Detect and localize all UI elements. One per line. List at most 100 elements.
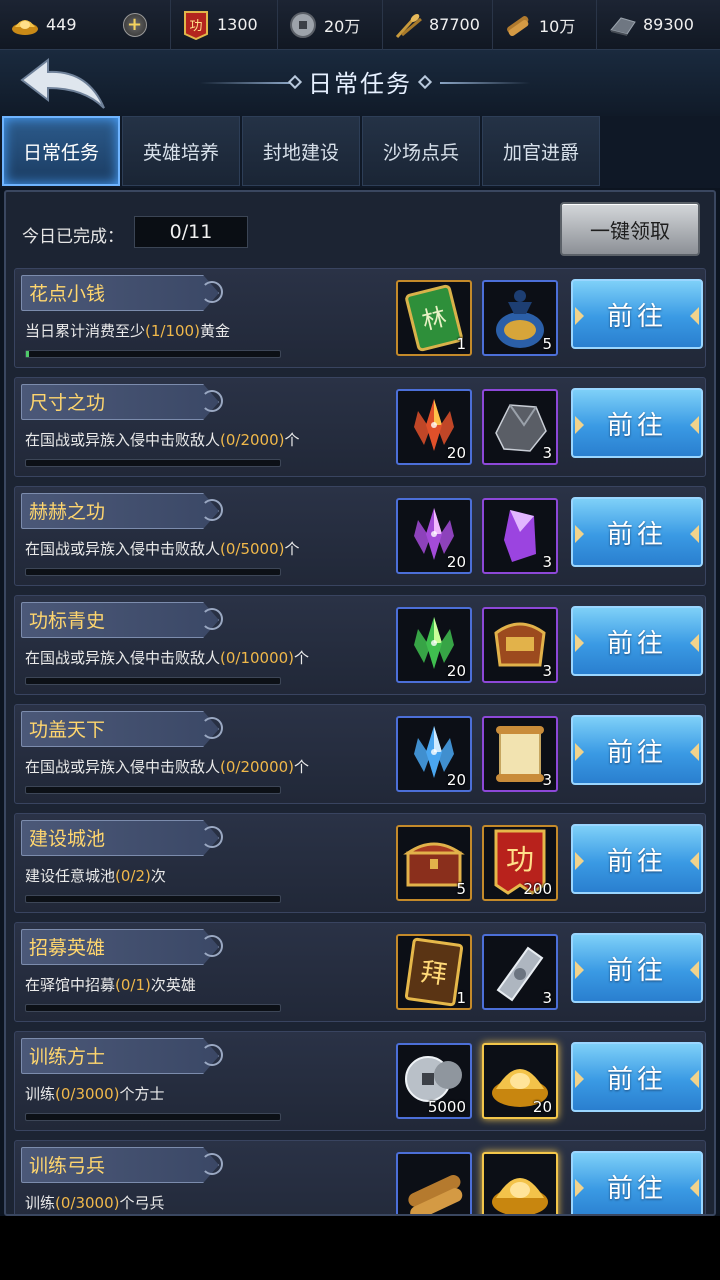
task-description: 在国战或异族入侵中击败敌人(0/5000)个 xyxy=(25,538,300,559)
go-button[interactable]: 前往 xyxy=(571,715,703,785)
task-progress: (0/2000) xyxy=(220,431,285,449)
reward-item[interactable]: 3 xyxy=(482,716,558,792)
resource-bar: 449 + 功 1300 20万 87700 10万 89300 xyxy=(0,0,720,50)
reward-item[interactable]: 拜1 xyxy=(396,934,472,1010)
reward-item[interactable]: 5 xyxy=(396,825,472,901)
resource-coin: 20万 xyxy=(278,0,383,50)
claim-all-button[interactable]: 一键领取 xyxy=(560,202,700,256)
reward-quantity: 20 xyxy=(446,771,466,789)
reward-item[interactable]: 功 200 xyxy=(482,825,558,901)
go-button[interactable]: 前往 xyxy=(571,388,703,458)
go-button[interactable]: 前往 xyxy=(571,824,703,894)
ornament-swirl-icon xyxy=(201,608,223,630)
task-progress: (1/100) xyxy=(145,322,200,340)
go-button[interactable]: 前往 xyxy=(571,279,703,349)
task-description: 在国战或异族入侵中击败敌人(0/10000)个 xyxy=(25,647,309,668)
go-button[interactable]: 前往 xyxy=(571,606,703,676)
tab-troop-review[interactable]: 沙场点兵 xyxy=(362,116,480,186)
task-row: 赫赫之功 在国战或异族入侵中击败敌人(0/5000)个 20 3 前往 xyxy=(14,486,706,586)
coin-icon xyxy=(288,11,318,39)
task-desc-post: 个 xyxy=(284,540,300,558)
task-name: 赫赫之功 xyxy=(29,501,106,523)
reward-quantity: 5 xyxy=(542,335,552,353)
reward-quantity: 20 xyxy=(532,1098,552,1116)
task-row: 尺寸之功 在国战或异族入侵中击败敌人(0/2000)个 20 3 前往 xyxy=(14,377,706,477)
go-button[interactable]: 前往 xyxy=(571,933,703,1003)
task-name: 功盖天下 xyxy=(29,719,106,741)
task-progress: (0/1) xyxy=(115,976,151,994)
reward-item[interactable]: 5000 xyxy=(396,1043,472,1119)
task-description: 在国战或异族入侵中击败敌人(0/20000)个 xyxy=(25,756,309,777)
reward-item[interactable]: 3 xyxy=(482,607,558,683)
reward-item[interactable]: 20 xyxy=(482,1043,558,1119)
go-button[interactable]: 前往 xyxy=(571,497,703,567)
merit-icon: 功 xyxy=(181,10,211,40)
reward-item[interactable]: 20 xyxy=(396,389,472,465)
gold-ingot-icon xyxy=(10,11,40,39)
task-progress: (0/5000) xyxy=(220,540,285,558)
tab-fief-building[interactable]: 封地建设 xyxy=(242,116,360,186)
reward-item[interactable]: 5 xyxy=(482,280,558,356)
reward-quantity: 3 xyxy=(542,553,552,571)
task-progress-fill xyxy=(26,351,29,357)
task-desc-pre: 在国战或异族入侵中击败敌人 xyxy=(25,649,221,667)
reward-quantity: 20 xyxy=(446,662,466,680)
task-progress-bar xyxy=(25,568,281,576)
reward-quantity: 5000 xyxy=(427,1098,466,1116)
task-name: 功标青史 xyxy=(29,610,106,632)
tab-promotion[interactable]: 加官进爵 xyxy=(482,116,600,186)
task-desc-pre: 当日累计消费至少 xyxy=(25,322,146,340)
task-name: 花点小钱 xyxy=(29,283,106,305)
task-desc-post: 次 xyxy=(150,867,166,885)
reward-quantity: 3 xyxy=(542,989,552,1007)
go-button[interactable]: 前往 xyxy=(571,1042,703,1112)
ornament-swirl-icon xyxy=(201,281,223,303)
task-desc-post: 个 xyxy=(294,758,310,776)
ornament-swirl-icon xyxy=(201,935,223,957)
reward-item[interactable] xyxy=(482,1152,558,1214)
tab-bar: 日常任务 英雄培养 封地建设 沙场点兵 加官进爵 xyxy=(0,116,720,188)
reward-quantity: 1 xyxy=(456,335,466,353)
completed-value: 0/11 xyxy=(134,216,248,248)
reward-quantity: 5 xyxy=(456,880,466,898)
reward-item[interactable]: 3 xyxy=(482,389,558,465)
task-progress: (0/2) xyxy=(115,867,151,885)
reward-quantity: 3 xyxy=(542,662,552,680)
task-description: 当日累计消费至少(1/100)黄金 xyxy=(25,320,230,341)
add-gold-button[interactable]: + xyxy=(122,12,147,37)
reward-item[interactable]: 林1 xyxy=(396,280,472,356)
go-button[interactable]: 前往 xyxy=(571,1151,703,1214)
task-progress: (0/3000) xyxy=(55,1194,120,1212)
screen-bottom xyxy=(0,1216,720,1280)
reward-item[interactable]: 3 xyxy=(482,498,558,574)
task-desc-post: 个 xyxy=(294,649,310,667)
iron-icon xyxy=(607,11,637,39)
task-desc-pre: 训练 xyxy=(25,1194,56,1212)
task-description: 在驿馆中招募(0/1)次英雄 xyxy=(25,974,196,995)
reward-item[interactable]: 20 xyxy=(396,498,472,574)
reward-quantity: 3 xyxy=(542,771,552,789)
task-row: 训练方士 训练(0/3000)个方士 5000 20 前往 xyxy=(14,1031,706,1131)
ornament-swirl-icon xyxy=(201,717,223,739)
ornament-swirl-icon xyxy=(201,826,223,848)
task-desc-post: 次英雄 xyxy=(150,976,196,994)
task-desc-pre: 在国战或异族入侵中击败敌人 xyxy=(25,431,221,449)
ornament-swirl-icon xyxy=(201,390,223,412)
task-desc-post: 个弓兵 xyxy=(119,1194,165,1212)
reward-item[interactable]: 20 xyxy=(396,716,472,792)
reward-quantity: 20 xyxy=(446,553,466,571)
task-progress-bar xyxy=(25,1113,281,1121)
task-row: 训练弓兵 训练(0/3000)个弓兵 前往 xyxy=(14,1140,706,1214)
reward-item[interactable] xyxy=(396,1152,472,1214)
task-desc-post: 黄金 xyxy=(199,322,230,340)
resource-iron: 89300 xyxy=(597,0,720,50)
resource-gold: 449 + xyxy=(0,0,171,50)
tab-hero-training[interactable]: 英雄培养 xyxy=(122,116,240,186)
task-name: 训练弓兵 xyxy=(29,1155,106,1177)
ornament-swirl-icon xyxy=(201,499,223,521)
reward-item[interactable]: 3 xyxy=(482,934,558,1010)
task-desc-pre: 在国战或异族入侵中击败敌人 xyxy=(25,540,221,558)
tab-daily-tasks[interactable]: 日常任务 xyxy=(2,116,120,186)
task-progress-bar xyxy=(25,786,281,794)
reward-item[interactable]: 20 xyxy=(396,607,472,683)
